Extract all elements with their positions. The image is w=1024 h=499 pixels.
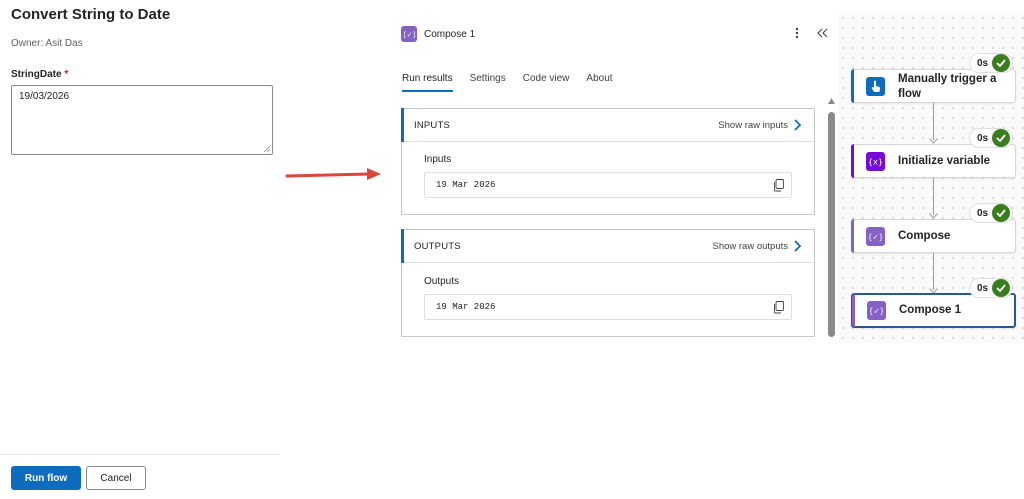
inputs-accent (401, 108, 404, 142)
node-accent-bar (851, 69, 854, 103)
string-date-field-box: 19/03/2026 (11, 85, 273, 155)
footer-divider (0, 454, 280, 455)
node-duration: 0s (977, 282, 989, 294)
node-duration: 0s (977, 207, 989, 219)
detail-title: Compose 1 (424, 28, 476, 40)
inputs-label: Inputs (424, 154, 452, 165)
chevron-right-icon[interactable] (792, 119, 802, 131)
outputs-value-box: 19 Mar 2026 (424, 294, 792, 320)
node-status-badge: 0s (969, 53, 1014, 73)
outputs-card: OUTPUTS Show raw outputs Outputs 19 Mar … (401, 229, 815, 337)
flow-title: Convert String to Date (11, 6, 171, 23)
node-duration: 0s (977, 132, 989, 144)
flow-node-label: Initialize variable (898, 155, 991, 167)
success-check-icon (992, 54, 1011, 72)
flow-node-label: Compose (898, 230, 951, 242)
node-accent-bar (852, 294, 855, 327)
inputs-card: INPUTS Show raw inputs Inputs 19 Mar 202… (401, 108, 815, 215)
detail-tabs: Run results Settings Code view About (402, 73, 630, 92)
detail-header: {✓} Compose 1 (401, 25, 475, 43)
variable-icon: {x} (866, 152, 885, 171)
string-date-label-text: StringDate (11, 69, 62, 80)
tab-about[interactable]: About (586, 73, 612, 92)
tab-run-results[interactable]: Run results (402, 73, 453, 92)
success-check-icon (992, 129, 1011, 147)
inputs-card-header[interactable]: INPUTS Show raw inputs (401, 108, 814, 142)
copy-icon[interactable] (773, 179, 785, 192)
node-status-badge: 0s (969, 278, 1014, 298)
flow-connector (933, 103, 934, 140)
string-date-label: StringDate * (11, 69, 68, 80)
flow-owner: Owner: Asit Das (11, 38, 83, 49)
svg-text:{✓}: {✓} (404, 31, 415, 39)
outputs-header-label: OUTPUTS (414, 240, 461, 252)
svg-text:{✓}: {✓} (869, 233, 882, 242)
flow-node-initialize-variable[interactable]: {x} Initialize variable (851, 144, 1016, 178)
required-marker: * (64, 69, 69, 80)
tab-code-view[interactable]: Code view (523, 73, 570, 92)
flow-canvas[interactable]: Manually trigger a flow 0s {x} Initializ… (838, 13, 1024, 343)
compose-icon: {✓} (401, 26, 417, 42)
inputs-value: 19 Mar 2026 (436, 180, 496, 190)
svg-text:{x}: {x} (868, 158, 883, 167)
show-raw-inputs-link[interactable]: Show raw inputs (718, 120, 788, 131)
svg-text:{✓}: {✓} (870, 307, 883, 316)
more-options-icon[interactable] (791, 25, 803, 41)
inputs-value-box: 19 Mar 2026 (424, 172, 792, 198)
outputs-value: 19 Mar 2026 (436, 302, 496, 312)
annotation-arrow-icon (285, 168, 381, 180)
flow-connector (933, 253, 934, 290)
node-accent-bar (851, 219, 854, 253)
action-detail-panel: {✓} Compose 1 Run results Settings Code … (390, 0, 838, 499)
run-flow-panel: Convert String to Date Owner: Asit Das S… (0, 0, 280, 499)
resize-grip-icon[interactable] (263, 145, 270, 152)
tab-settings[interactable]: Settings (470, 73, 506, 92)
run-flow-button[interactable]: Run flow (11, 466, 81, 490)
collapse-panel-icon[interactable] (815, 25, 829, 41)
outputs-card-header[interactable]: OUTPUTS Show raw outputs (401, 229, 814, 263)
outputs-label: Outputs (424, 276, 460, 287)
node-status-badge: 0s (969, 128, 1014, 148)
node-status-badge: 0s (969, 203, 1014, 223)
scroll-up-icon[interactable] (828, 97, 835, 105)
chevron-right-icon[interactable] (792, 240, 802, 252)
flow-node-compose[interactable]: {✓} Compose (851, 219, 1016, 253)
copy-icon[interactable] (773, 301, 785, 314)
success-check-icon (992, 279, 1011, 297)
outputs-accent (401, 229, 404, 263)
node-accent-bar (851, 144, 854, 178)
inputs-header-label: INPUTS (414, 119, 451, 131)
string-date-input[interactable]: 19/03/2026 (12, 86, 272, 154)
node-duration: 0s (977, 57, 989, 69)
success-check-icon (992, 204, 1011, 222)
scrollbar-thumb[interactable] (828, 112, 835, 337)
flow-connector (933, 178, 934, 215)
show-raw-outputs-link[interactable]: Show raw outputs (712, 241, 788, 252)
compose-icon: {✓} (867, 301, 886, 320)
cancel-button[interactable]: Cancel (86, 466, 146, 490)
flow-node-compose-1[interactable]: {✓} Compose 1 (851, 293, 1016, 328)
flow-node-label: Compose 1 (899, 304, 961, 316)
manual-trigger-icon (866, 77, 885, 96)
compose-icon: {✓} (866, 227, 885, 246)
flow-node-label: Manually trigger a flow (898, 73, 997, 100)
detail-scrollbar[interactable] (827, 97, 836, 342)
flow-node-manual-trigger[interactable]: Manually trigger a flow (851, 69, 1016, 103)
